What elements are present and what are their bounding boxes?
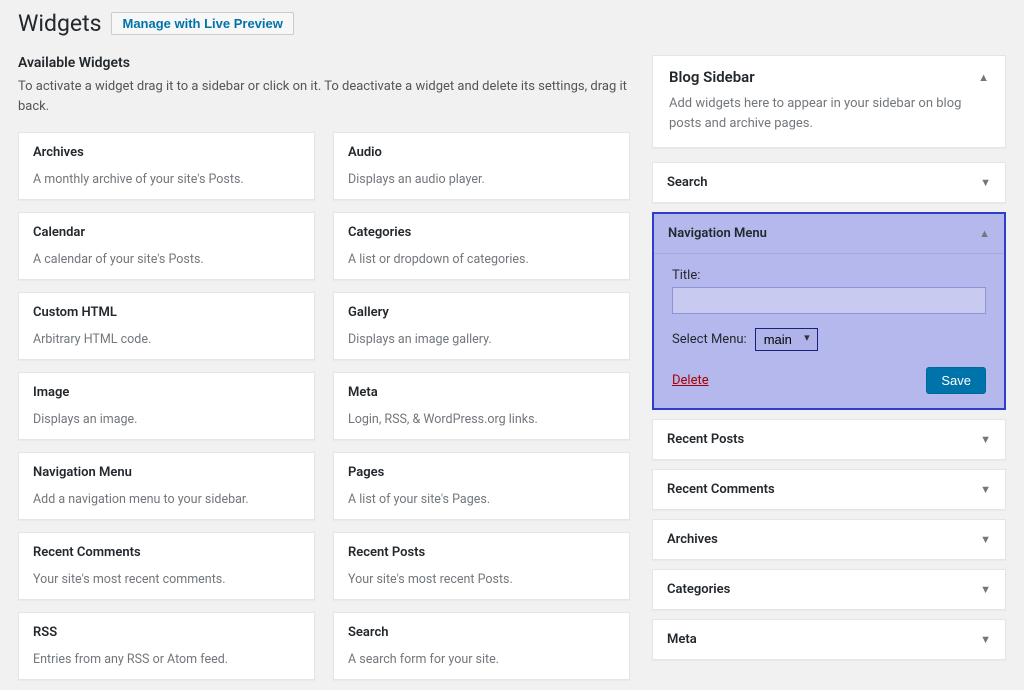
widget-desc: Your site's most recent comments. (19, 572, 314, 599)
placed-widget-title: Recent Posts (667, 432, 744, 447)
placed-widget-title: Categories (667, 582, 730, 597)
available-widgets-grid: Archives A monthly archive of your site'… (18, 132, 630, 680)
open-widget-footer: Delete Save (672, 367, 986, 394)
title-input[interactable] (672, 287, 986, 314)
open-widget-header[interactable]: Navigation Menu ▲ (654, 214, 1004, 254)
widget-desc: A calendar of your site's Posts. (19, 252, 314, 279)
widget-title: Meta (334, 373, 629, 412)
widget-desc: A monthly archive of your site's Posts. (19, 172, 314, 199)
widget-archives[interactable]: Archives A monthly archive of your site'… (18, 132, 315, 200)
placed-widget-header[interactable]: Meta ▼ (653, 620, 1005, 659)
chevron-down-icon: ▼ (980, 483, 991, 496)
widget-desc: Your site's most recent Posts. (334, 572, 629, 599)
blog-sidebar-title: Blog Sidebar (669, 68, 755, 86)
widget-title: Calendar (19, 213, 314, 252)
widget-desc: Displays an image gallery. (334, 332, 629, 359)
widget-recent-comments[interactable]: Recent Comments Your site's most recent … (18, 532, 315, 600)
placed-widget-header[interactable]: Archives ▼ (653, 520, 1005, 559)
widget-desc: Entries from any RSS or Atom feed. (19, 652, 314, 679)
widget-title: Navigation Menu (19, 453, 314, 492)
placed-widget-title: Search (667, 175, 708, 190)
widget-title: Custom HTML (19, 293, 314, 332)
sidebar-column: Blog Sidebar ▲ Add widgets here to appea… (652, 55, 1006, 680)
chevron-down-icon: ▼ (980, 633, 991, 646)
widget-search[interactable]: Search A search form for your site. (333, 612, 630, 680)
placed-widget-recent-comments: Recent Comments ▼ (652, 469, 1006, 510)
page-header: Widgets Manage with Live Preview (18, 10, 1006, 37)
widget-title: Audio (334, 133, 629, 172)
placed-widget-archives: Archives ▼ (652, 519, 1006, 560)
placed-widget-title: Meta (667, 632, 697, 647)
placed-widget-header[interactable]: Recent Posts ▼ (653, 420, 1005, 459)
widget-desc: Displays an audio player. (334, 172, 629, 199)
widget-title: Search (334, 613, 629, 652)
widget-title: Pages (334, 453, 629, 492)
open-widget-body: Title: Select Menu: main Delete Save (654, 254, 1004, 408)
widget-meta[interactable]: Meta Login, RSS, & WordPress.org links. (333, 372, 630, 440)
columns: Available Widgets To activate a widget d… (18, 55, 1006, 680)
chevron-down-icon: ▼ (980, 533, 991, 546)
placed-widget-title: Recent Comments (667, 482, 775, 497)
widget-title: RSS (19, 613, 314, 652)
widget-desc: A list of your site's Pages. (334, 492, 629, 519)
open-widget-navigation-menu: Navigation Menu ▲ Title: Select Menu: ma… (652, 212, 1006, 410)
chevron-down-icon: ▼ (980, 583, 991, 596)
page-title: Widgets (18, 10, 101, 37)
placed-widget-search: Search ▼ (652, 162, 1006, 203)
widget-desc: Add a navigation menu to your sidebar. (19, 492, 314, 519)
widget-desc: A search form for your site. (334, 652, 629, 679)
blog-sidebar-header[interactable]: Blog Sidebar ▲ (669, 68, 989, 86)
delete-link[interactable]: Delete (672, 373, 709, 388)
placed-widget-recent-posts: Recent Posts ▼ (652, 419, 1006, 460)
widget-rss[interactable]: RSS Entries from any RSS or Atom feed. (18, 612, 315, 680)
placed-widget-header[interactable]: Recent Comments ▼ (653, 470, 1005, 509)
blog-sidebar-description: Add widgets here to appear in your sideb… (669, 94, 989, 133)
available-widgets-title: Available Widgets (18, 55, 630, 71)
widget-title: Archives (19, 133, 314, 172)
available-widgets-description: To activate a widget drag it to a sideba… (18, 77, 630, 116)
blog-sidebar-panel: Blog Sidebar ▲ Add widgets here to appea… (652, 55, 1006, 148)
widget-gallery[interactable]: Gallery Displays an image gallery. (333, 292, 630, 360)
widget-calendar[interactable]: Calendar A calendar of your site's Posts… (18, 212, 315, 280)
widget-image[interactable]: Image Displays an image. (18, 372, 315, 440)
widget-title: Gallery (334, 293, 629, 332)
placed-widget-categories: Categories ▼ (652, 569, 1006, 610)
widget-navigation-menu[interactable]: Navigation Menu Add a navigation menu to… (18, 452, 315, 520)
placed-widget-header[interactable]: Search ▼ (653, 163, 1005, 202)
select-menu-input[interactable]: main (755, 328, 818, 351)
placed-widget-meta: Meta ▼ (652, 619, 1006, 660)
chevron-up-icon: ▲ (979, 227, 990, 240)
select-menu-row: Select Menu: main (672, 328, 986, 351)
widget-custom-html[interactable]: Custom HTML Arbitrary HTML code. (18, 292, 315, 360)
select-menu-label: Select Menu: (672, 332, 747, 347)
save-button[interactable]: Save (926, 367, 986, 394)
placed-widget-title: Archives (667, 532, 718, 547)
widget-title: Image (19, 373, 314, 412)
open-widget-title: Navigation Menu (668, 226, 767, 241)
widget-audio[interactable]: Audio Displays an audio player. (333, 132, 630, 200)
available-widgets-column: Available Widgets To activate a widget d… (18, 55, 630, 680)
widget-title: Categories (334, 213, 629, 252)
widget-recent-posts[interactable]: Recent Posts Your site's most recent Pos… (333, 532, 630, 600)
widget-title: Recent Posts (334, 533, 629, 572)
widget-desc: Arbitrary HTML code. (19, 332, 314, 359)
widget-desc: A list or dropdown of categories. (334, 252, 629, 279)
widget-title: Recent Comments (19, 533, 314, 572)
widget-desc: Displays an image. (19, 412, 314, 439)
chevron-up-icon: ▲ (978, 71, 989, 84)
widget-desc: Login, RSS, & WordPress.org links. (334, 412, 629, 439)
chevron-down-icon: ▼ (980, 176, 991, 189)
widget-pages[interactable]: Pages A list of your site's Pages. (333, 452, 630, 520)
widget-categories[interactable]: Categories A list or dropdown of categor… (333, 212, 630, 280)
title-label: Title: (672, 268, 986, 283)
manage-live-preview-button[interactable]: Manage with Live Preview (111, 12, 293, 35)
placed-widget-header[interactable]: Categories ▼ (653, 570, 1005, 609)
chevron-down-icon: ▼ (980, 433, 991, 446)
